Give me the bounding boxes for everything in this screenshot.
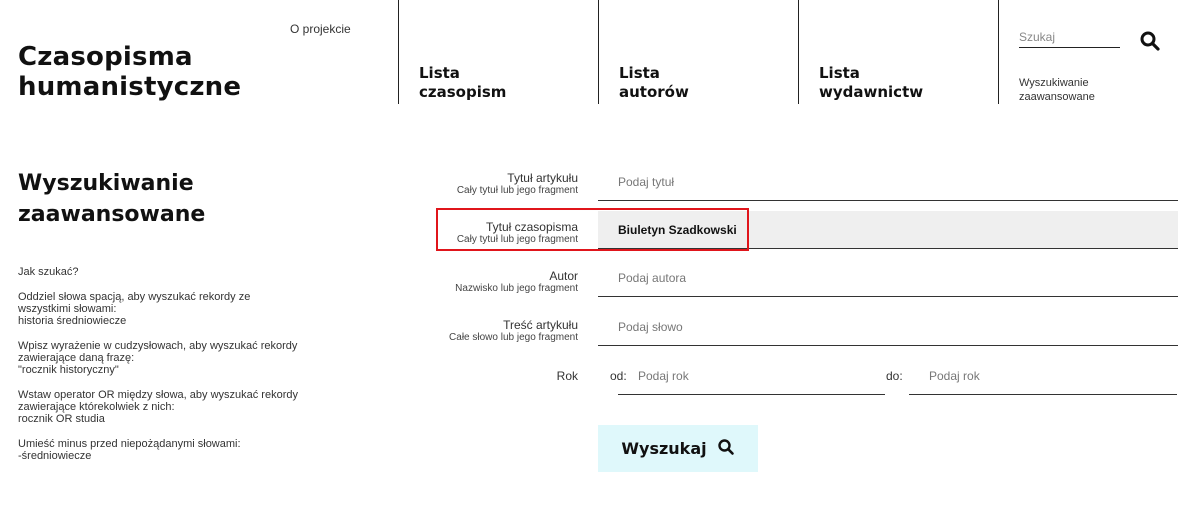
help-line: zawierające daną frazę: xyxy=(18,352,135,364)
nav-link-line2: autorów xyxy=(619,83,689,101)
year-from-input[interactable] xyxy=(618,358,885,395)
field-label-sub: Nazwisko lub jego fragment xyxy=(455,283,578,294)
search-help: Jak szukać? Oddziel słowa spacją, aby wy… xyxy=(18,266,348,475)
help-block-exclude: Umieść minus przed niepożądanymi słowami… xyxy=(18,438,348,462)
site-title[interactable]: Czasopisma humanistyczne xyxy=(18,42,241,102)
year-to-label: do: xyxy=(886,369,903,383)
article-title-label: Tytuł artykułu Cały tytuł lub jego fragm… xyxy=(457,172,578,197)
field-label-main: Treść artykułu xyxy=(503,318,578,332)
nav-column-publishers: Lista wydawnictw xyxy=(798,0,998,104)
search-icon xyxy=(717,438,735,459)
advanced-search-link[interactable]: Wyszukiwanie zaawansowane xyxy=(1019,76,1095,104)
field-label-sub: Cały tytuł lub jego fragment xyxy=(456,185,578,196)
journal-title-input[interactable] xyxy=(598,211,1178,249)
year-label: Rok xyxy=(556,369,578,383)
help-line: Umieść minus przed niepożądanymi słowami… xyxy=(18,438,241,450)
nav-column-journals: Lista czasopism xyxy=(398,0,598,104)
search-submit-button[interactable]: Wyszukaj xyxy=(598,425,758,472)
advanced-search-link-line2: zaawansowane xyxy=(1019,91,1095,103)
search-icon[interactable] xyxy=(1139,30,1161,52)
journal-title-label: Tytuł czasopisma Cały tytuł lub jego fra… xyxy=(457,221,578,246)
article-content-input[interactable] xyxy=(598,308,1178,346)
help-heading: Jak szukać? xyxy=(18,266,79,278)
nav-link-line1: Lista xyxy=(619,64,660,82)
help-example: "rocznik historyczny" xyxy=(18,364,119,376)
field-label-sub: Całe słowo lub jego fragment xyxy=(449,332,578,343)
quick-search-input[interactable] xyxy=(1019,26,1120,48)
page-title-line1: Wyszukiwanie xyxy=(18,171,194,196)
nav-link-line2: czasopism xyxy=(419,83,507,101)
nav-link-line1: Lista xyxy=(419,64,460,82)
site-title-line2: humanistyczne xyxy=(18,72,242,102)
help-example: -średniowiecze xyxy=(18,450,92,462)
nav-column-authors: Lista autorów xyxy=(598,0,798,104)
field-label-main: Autor xyxy=(549,269,578,283)
help-example: historia średniowiecze xyxy=(18,315,127,327)
nav-link-publishers-list[interactable]: Lista wydawnictw xyxy=(819,64,923,102)
advanced-search-link-line1: Wyszukiwanie xyxy=(1019,77,1089,89)
nav-link-journals-list[interactable]: Lista czasopism xyxy=(419,64,506,102)
author-label: Autor Nazwisko lub jego fragment xyxy=(455,270,578,295)
field-label-main: Tytuł artykułu xyxy=(507,171,578,185)
year-to-input[interactable] xyxy=(909,358,1177,395)
help-line: zawierające którekolwiek z nich: xyxy=(18,401,175,413)
page-title-line2: zaawansowane xyxy=(18,202,206,227)
article-title-input[interactable] xyxy=(598,163,1178,201)
header-search-panel: Wyszukiwanie zaawansowane xyxy=(998,0,1195,104)
help-line: Oddziel słowa spacją, aby wyszukać rekor… xyxy=(18,291,251,303)
nav-link-authors-list[interactable]: Lista autorów xyxy=(619,64,689,102)
help-line: Wstaw operator OR między słowa, aby wysz… xyxy=(18,389,298,401)
search-submit-label: Wyszukaj xyxy=(621,439,707,458)
field-label-main: Tytuł czasopisma xyxy=(485,220,578,234)
nav-link-line1: Lista xyxy=(819,64,860,82)
nav-link-line2: wydawnictw xyxy=(819,83,924,101)
help-example: rocznik OR studia xyxy=(18,413,105,425)
site-title-line1: Czasopisma xyxy=(18,42,193,72)
author-input[interactable] xyxy=(598,259,1178,297)
help-block-or: Wstaw operator OR między słowa, aby wysz… xyxy=(18,389,348,425)
article-content-label: Treść artykułu Całe słowo lub jego fragm… xyxy=(449,319,578,344)
help-line: wszystkimi słowami: xyxy=(18,303,117,315)
site-header: O projekcie Czasopisma humanistyczne Lis… xyxy=(0,0,1195,104)
field-label-sub: Cały tytuł lub jego fragment xyxy=(456,234,578,245)
help-line: Wpisz wyrażenie w cudzysłowach, aby wysz… xyxy=(18,340,298,352)
help-block-phrase: Wpisz wyrażenie w cudzysłowach, aby wysz… xyxy=(18,340,348,376)
page-title: Wyszukiwanie zaawansowane xyxy=(18,168,205,230)
about-project-link[interactable]: O projekcie xyxy=(290,22,351,36)
help-block-and: Oddziel słowa spacją, aby wyszukać rekor… xyxy=(18,291,348,327)
